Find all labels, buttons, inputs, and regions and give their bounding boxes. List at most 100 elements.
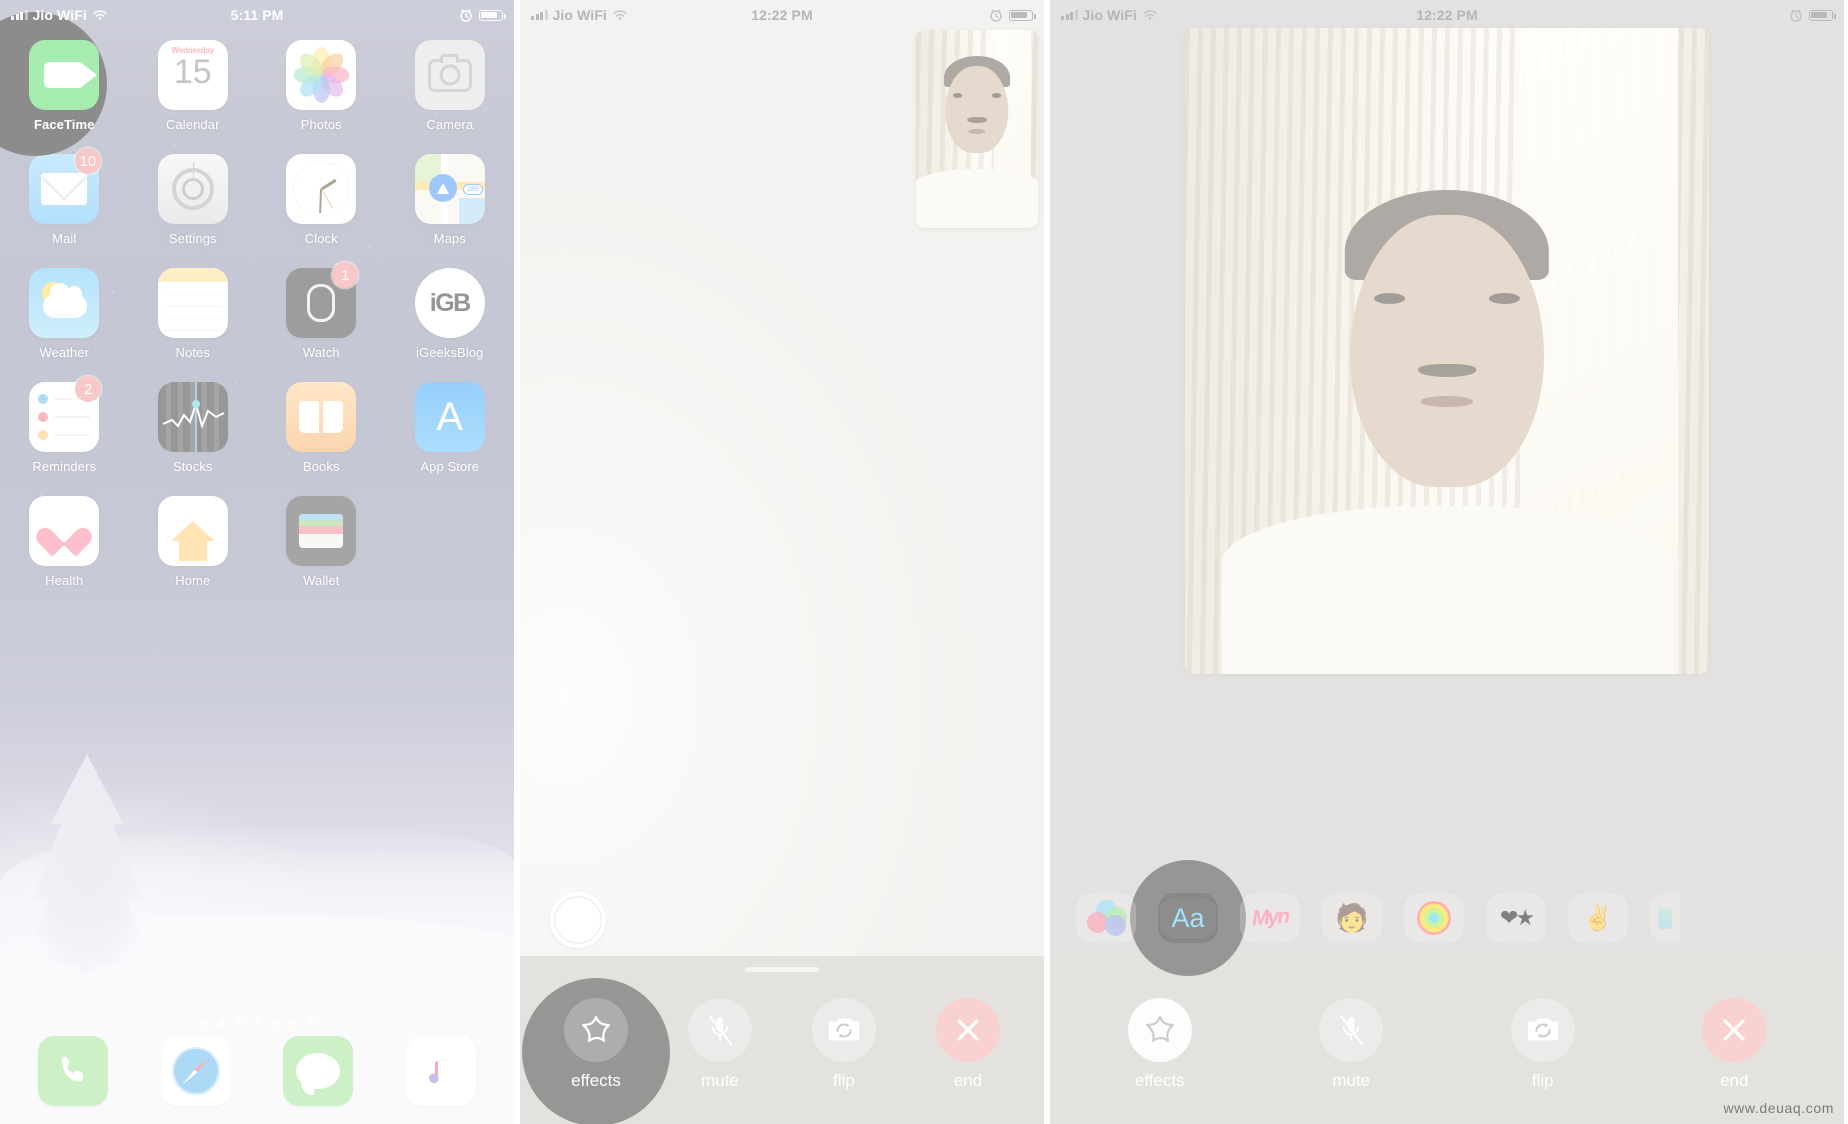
more-effects-icon bbox=[1658, 907, 1672, 929]
app-icon-maps[interactable]: 280 Maps bbox=[386, 154, 515, 246]
weather-icon bbox=[29, 268, 100, 338]
scribble-handwriting-icon: Myn bbox=[1251, 904, 1289, 931]
self-view-image bbox=[916, 30, 1038, 228]
app-store-glyph: A bbox=[436, 395, 464, 439]
app-icon-facetime[interactable]: FaceTime bbox=[0, 12, 129, 156]
end-button-label: end bbox=[1720, 1071, 1749, 1090]
effects-star-icon bbox=[1145, 1015, 1174, 1043]
home-house-icon bbox=[157, 496, 228, 566]
app-icon-photos[interactable]: Photos bbox=[257, 40, 386, 132]
app-label-watch: Watch bbox=[302, 345, 340, 360]
app-icon-books[interactable]: Books bbox=[257, 382, 386, 474]
text-aa-icon: Aa bbox=[1160, 897, 1216, 939]
app-icon-weather[interactable]: Weather bbox=[0, 268, 129, 360]
app-icon-stocks[interactable]: Stocks bbox=[129, 382, 258, 474]
page-dot[interactable] bbox=[253, 1019, 261, 1026]
three-panel-tutorial-screenshot: Jio WiFi 5:11 PM FaceTime Wednesday 15 C… bbox=[0, 0, 1848, 1124]
self-view-large[interactable] bbox=[1185, 28, 1709, 674]
effects-button-circle-active bbox=[1127, 998, 1192, 1062]
app-icon-camera[interactable]: Camera bbox=[386, 40, 515, 132]
end-button-label: end bbox=[953, 1071, 983, 1090]
app-icon-watch[interactable]: 1 Watch bbox=[257, 262, 386, 360]
app-icon-health[interactable]: Health bbox=[0, 496, 129, 588]
app-icon-igeeksblog[interactable]: iGB iGeeksBlog bbox=[386, 268, 515, 360]
app-icon-wallet[interactable]: Wallet bbox=[257, 496, 386, 588]
effect-more[interactable] bbox=[1650, 893, 1680, 943]
microphone-muted-icon bbox=[708, 1014, 733, 1046]
end-call-x-icon bbox=[1723, 1019, 1745, 1041]
app-label-home: Home bbox=[175, 573, 211, 588]
page-dot[interactable] bbox=[289, 1019, 297, 1026]
panel-facetime-call: Jio WiFi 12:22 PM effects mute flip end bbox=[520, 0, 1044, 1124]
safari-compass-icon[interactable] bbox=[160, 1036, 231, 1106]
mute-button-effects[interactable]: mute bbox=[1305, 998, 1397, 1091]
page-dot[interactable] bbox=[199, 1019, 207, 1026]
status-bar-effects: Jio WiFi 12:22 PM bbox=[1050, 0, 1844, 30]
end-call-button[interactable]: end bbox=[922, 998, 1014, 1091]
app-label-reminders: Reminders bbox=[32, 459, 97, 474]
app-icon-clock[interactable]: Clock bbox=[257, 154, 386, 246]
app-icon-reminders[interactable]: 2 Reminders bbox=[0, 376, 129, 474]
calendar-day: 15 bbox=[173, 53, 212, 91]
music-note-icon[interactable] bbox=[405, 1036, 476, 1106]
page-dot[interactable] bbox=[235, 1019, 243, 1026]
dock bbox=[0, 1028, 514, 1124]
effects-carousel[interactable]: Aa Myn 🧑 ❤★ ✌ bbox=[1050, 860, 1844, 976]
camera-shutter-button[interactable] bbox=[550, 892, 606, 948]
effects-button-circle bbox=[564, 998, 628, 1062]
clock-icon bbox=[286, 154, 357, 224]
call-controls-tray-effects: effects mute flip end bbox=[1050, 956, 1844, 1124]
effect-memoji[interactable]: 🧑 bbox=[1322, 893, 1382, 943]
effect-emoji[interactable]: ✌ bbox=[1568, 893, 1628, 943]
page-dot-active[interactable] bbox=[217, 1019, 225, 1026]
effect-activity[interactable] bbox=[1404, 893, 1464, 943]
badge-mail: 10 bbox=[74, 148, 102, 174]
mute-button[interactable]: mute bbox=[674, 998, 766, 1091]
app-icon-settings[interactable]: Settings bbox=[129, 154, 258, 246]
app-label-stocks: Stocks bbox=[172, 459, 213, 474]
health-heart-icon bbox=[29, 496, 100, 566]
app-icon-mail[interactable]: 10 Mail bbox=[0, 148, 129, 246]
panel-facetime-effects: Jio WiFi 12:22 PM Aa Myn 🧑 ❤★ ✌ effects … bbox=[1050, 0, 1844, 1124]
camera-flip-icon bbox=[1527, 1018, 1558, 1041]
flip-camera-button[interactable]: flip bbox=[798, 998, 890, 1091]
tray-drag-handle[interactable] bbox=[745, 967, 819, 972]
effect-text[interactable]: Aa bbox=[1130, 860, 1246, 976]
wallet-icon bbox=[286, 496, 357, 566]
emoji-hands-icon: ✌ bbox=[1583, 904, 1613, 932]
app-label-igeeksblog: iGeeksBlog bbox=[416, 345, 484, 360]
effect-filters[interactable] bbox=[1076, 893, 1136, 943]
mute-button-circle-effects bbox=[1319, 998, 1384, 1062]
flip-camera-button-effects[interactable]: flip bbox=[1497, 998, 1589, 1091]
app-label-clock: Clock bbox=[304, 231, 338, 246]
app-store-icon: A bbox=[414, 382, 485, 452]
settings-gear-icon bbox=[157, 154, 228, 224]
effects-button[interactable]: effects bbox=[522, 978, 670, 1124]
self-view-preview[interactable] bbox=[916, 30, 1038, 228]
microphone-muted-icon bbox=[1340, 1014, 1364, 1046]
app-icon-notes[interactable]: Notes bbox=[129, 268, 258, 360]
igeeksblog-icon: iGB bbox=[414, 268, 485, 338]
call-controls-row: effects mute flip end bbox=[520, 978, 1044, 1124]
effect-shapes[interactable]: Myn bbox=[1240, 893, 1300, 943]
page-dot[interactable] bbox=[271, 1019, 279, 1026]
app-label-maps: Maps bbox=[433, 231, 466, 246]
app-icon-calendar[interactable]: Wednesday 15 Calendar bbox=[129, 40, 258, 132]
effects-button-active[interactable]: effects bbox=[1114, 998, 1206, 1091]
call-controls-row-effects: effects mute flip end bbox=[1050, 998, 1844, 1091]
call-controls-tray: effects mute flip end bbox=[520, 956, 1044, 1124]
panel-home-screen: Jio WiFi 5:11 PM FaceTime Wednesday 15 C… bbox=[0, 0, 514, 1124]
app-icon-home[interactable]: Home bbox=[129, 496, 258, 588]
page-indicator-dots[interactable] bbox=[0, 1019, 514, 1026]
app-icon-app-store[interactable]: A App Store bbox=[386, 382, 515, 474]
color-filters-icon bbox=[1085, 900, 1127, 936]
memoji-icon: 🧑 bbox=[1335, 903, 1369, 933]
battery-icon bbox=[1009, 9, 1036, 21]
app-label-calendar: Calendar bbox=[165, 117, 220, 132]
end-call-button-effects[interactable]: end bbox=[1688, 998, 1780, 1091]
page-dot[interactable] bbox=[307, 1019, 315, 1026]
activity-rings-icon bbox=[1417, 901, 1451, 935]
phone-icon[interactable] bbox=[38, 1036, 109, 1106]
messages-bubble-icon[interactable] bbox=[283, 1036, 354, 1106]
effect-stickers[interactable]: ❤★ bbox=[1486, 893, 1546, 943]
